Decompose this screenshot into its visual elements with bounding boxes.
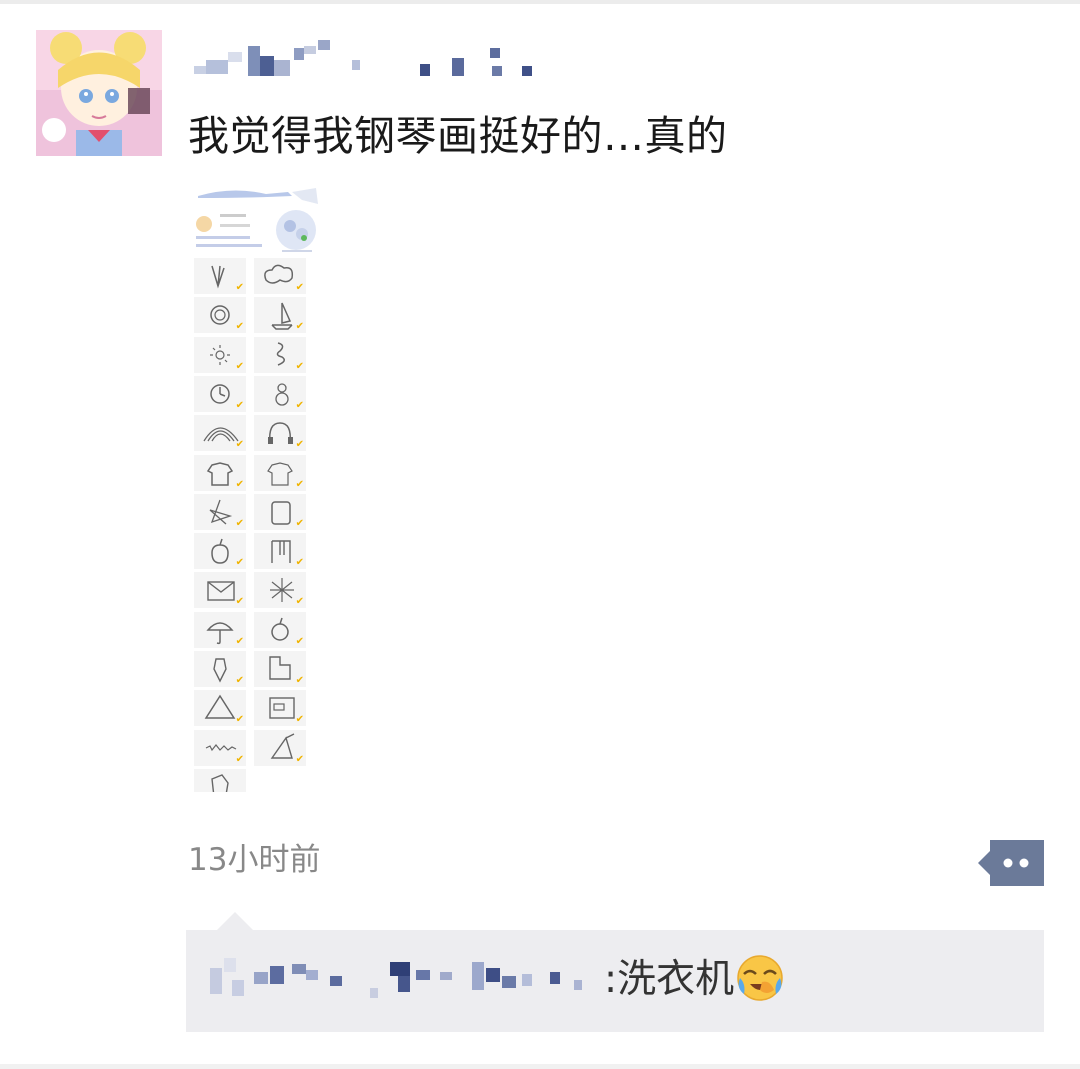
doodle-thumbnail: ✔: [254, 572, 306, 609]
doodle-thumbnail: ✔: [194, 729, 246, 766]
comment-area[interactable]: :洗衣机: [186, 930, 1044, 1032]
doodle-thumbnail: ✔: [194, 611, 246, 648]
top-divider: [0, 0, 1080, 4]
post-image[interactable]: ✔ ✔ ✔ ✔ ✔ ✔ ✔ ✔ ✔ ✔ ✔ ✔ ✔ ✔ ✔ ✔ ✔ ✔ ✔ ✔ ✔ ✔ ✔ ✔ ✔ ✔: [192, 186, 320, 792]
check-icon: ✔: [295, 282, 304, 293]
doodle-thumbnail: ✔: [254, 533, 306, 570]
doodle-thumbnail: ✔: [194, 415, 246, 452]
check-icon: ✔: [235, 517, 244, 529]
check-icon: ✔: [295, 557, 304, 569]
check-icon: ✔: [295, 321, 304, 333]
more-dots-icon: [978, 840, 1044, 886]
check-icon: ✔: [235, 439, 244, 451]
doodle-thumbnail: ✔: [194, 651, 246, 687]
avatar[interactable]: [36, 30, 162, 156]
doodle-thumbnail: ✔: [254, 690, 306, 727]
comment-separator: :: [604, 957, 618, 1002]
doodle-thumbnail: ✔: [254, 415, 306, 452]
doodle-thumbnail: ✔: [194, 493, 246, 530]
comment-text: :洗衣机: [604, 954, 784, 1006]
doodle-thumbnail: ✔: [194, 572, 246, 609]
commenter-name-pixelated[interactable]: [210, 958, 590, 1004]
check-icon: ✔: [235, 282, 244, 293]
check-icon: ✔: [295, 714, 304, 726]
check-icon: ✔: [235, 321, 244, 333]
doodle-thumbnail: ✔: [194, 336, 246, 373]
doodle-thumbnail: ✔: [254, 454, 306, 491]
check-icon: ✔: [295, 517, 304, 529]
comment-pointer: [217, 912, 253, 930]
post-time: 13小时前: [188, 842, 321, 878]
doodle-thumbnail: ✔: [194, 690, 246, 727]
doodle-thumbnail: ✔: [254, 729, 306, 766]
doodle-thumbnail: ✔: [254, 375, 306, 412]
check-icon: ✔: [235, 714, 244, 726]
bottom-divider: [0, 1064, 1080, 1069]
doodle-thumbnail: ✔: [194, 258, 246, 294]
doodle-thumbnail: ✔: [254, 651, 306, 687]
doodle-thumbnail: ✔: [254, 297, 306, 334]
doodle-thumbnail: ✔: [254, 258, 306, 294]
check-icon: ✔: [295, 596, 304, 608]
check-icon: ✔: [295, 478, 304, 490]
check-icon: ✔: [295, 753, 304, 765]
check-icon: ✔: [235, 753, 244, 765]
doodle-thumbnail: ✔: [194, 375, 246, 412]
doodle-thumbnail: ✔: [254, 336, 306, 373]
doodle-thumbnail: ✔: [194, 454, 246, 491]
check-icon: ✔: [235, 557, 244, 569]
doodle-thumbnail: ✔: [254, 611, 306, 648]
face-with-tears-emoji-icon: [736, 954, 784, 1002]
check-icon: ✔: [235, 675, 244, 686]
check-icon: ✔: [295, 399, 304, 411]
check-icon: ✔: [295, 439, 304, 451]
check-icon: ✔: [235, 635, 244, 647]
check-icon: ✔: [295, 675, 304, 686]
check-icon: ✔: [235, 478, 244, 490]
check-icon: ✔: [235, 596, 244, 608]
doodle-thumbnail: ✔: [194, 297, 246, 334]
nickname-pixelated[interactable]: [190, 40, 550, 84]
more-button[interactable]: [978, 840, 1044, 886]
post-text: 我觉得我钢琴画挺好的…真的: [188, 112, 728, 160]
check-icon: ✔: [295, 635, 304, 647]
doodle-thumbnail: ✔: [194, 533, 246, 570]
check-icon: ✔: [235, 399, 244, 411]
comment-body: 洗衣机: [617, 957, 735, 1002]
doodle-thumbnail: [194, 768, 246, 792]
doodle-thumbnail: ✔: [254, 493, 306, 530]
check-icon: ✔: [295, 360, 304, 372]
check-icon: ✔: [235, 360, 244, 372]
